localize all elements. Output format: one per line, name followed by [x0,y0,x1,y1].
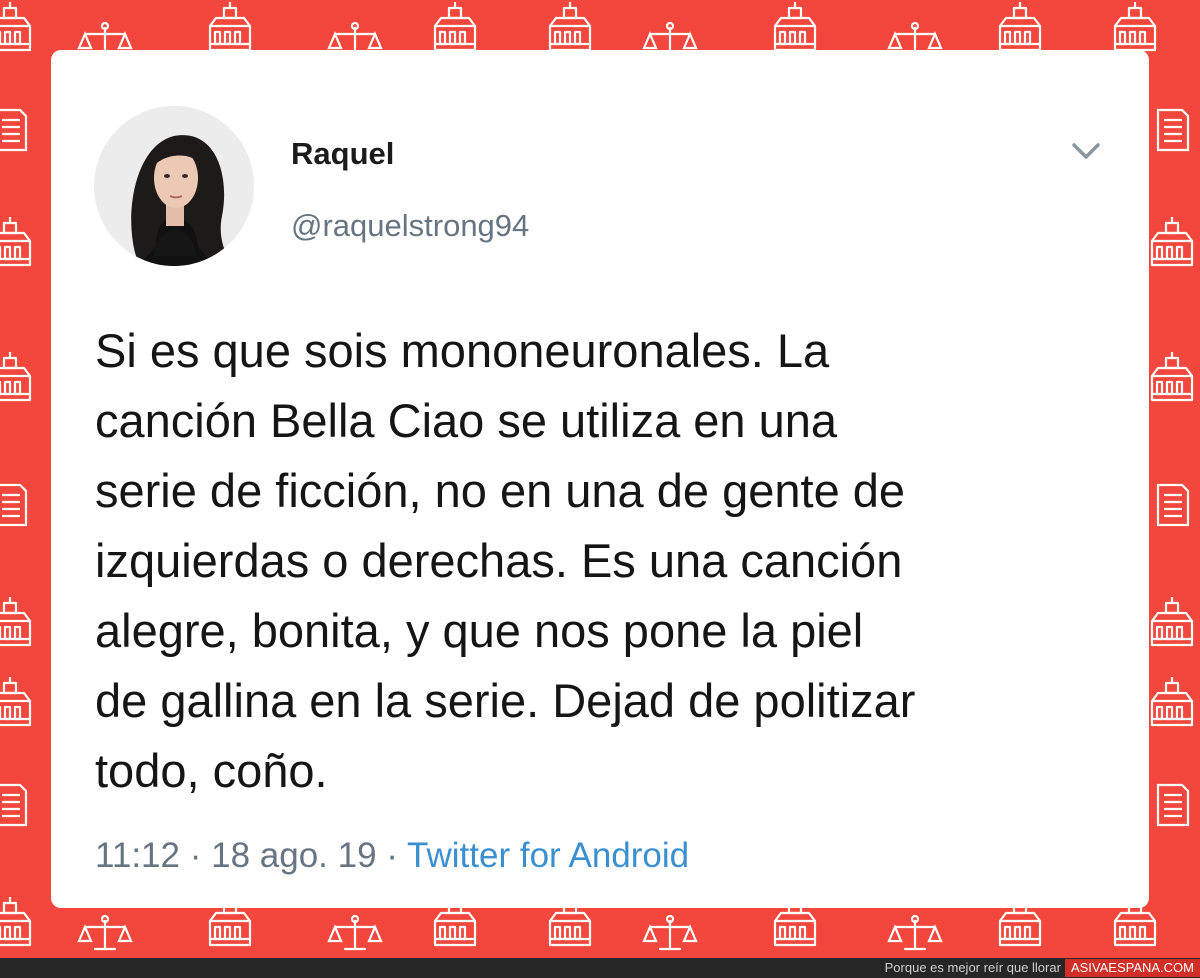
avatar-portrait [94,106,254,266]
tweet-date[interactable]: 18 ago. 19 [211,836,376,875]
footer-site-link[interactable]: ASIVAESPANA.COM [1064,959,1200,977]
display-name[interactable]: Raquel [291,136,394,172]
tweet-meta: 11:12 · 18 ago. 19 · Twitter for Android [95,836,689,876]
tweet-card: Raquel @raquelstrong94 Si es que sois mo… [51,50,1149,908]
tweet-time[interactable]: 11:12 [95,836,180,875]
meta-separator: · [386,836,398,875]
tweet-text: Si es que sois mononeuronales. La canció… [95,324,916,797]
tweet-source[interactable]: Twitter for Android [407,836,689,875]
avatar[interactable] [94,106,254,266]
chevron-down-icon[interactable] [1066,136,1106,166]
footer-slogan: Porque es mejor reír que llorar [884,960,1061,975]
meta-separator: · [189,836,202,875]
site-footer: Porque es mejor reír que llorar ASIVAESPA… [0,958,1200,978]
username[interactable]: @raquelstrong94 [291,208,529,244]
